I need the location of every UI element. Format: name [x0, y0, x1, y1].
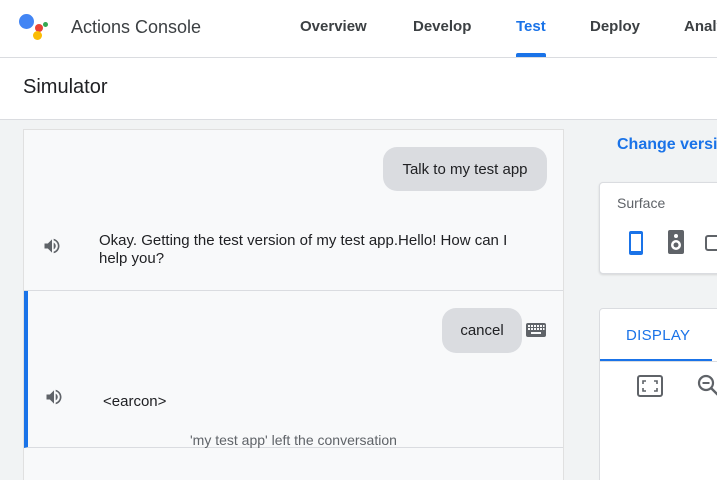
top-navigation: Actions Console Overview Develop Test De…	[0, 0, 717, 58]
tab-display[interactable]: DISPLAY	[600, 309, 712, 361]
conversation-turn-selected[interactable]: cancel <earcon> 'my test app' left the c…	[24, 291, 563, 448]
app-title: Actions Console	[71, 17, 202, 37]
surface-card: Surface	[599, 182, 717, 274]
google-assistant-logo-icon	[18, 12, 50, 40]
tab-test[interactable]: Test	[516, 18, 546, 35]
display-icon[interactable]	[705, 235, 717, 251]
display-panel: DISPLAY	[599, 308, 717, 480]
speaker-icon[interactable]	[668, 230, 684, 254]
tab-display-label: DISPLAY	[626, 327, 691, 344]
page-title: Simulator	[23, 76, 108, 98]
zoom-out-icon[interactable]	[696, 373, 717, 397]
tab-analytics[interactable]: Analytics	[684, 18, 717, 35]
user-query-bubble[interactable]: cancel	[442, 308, 522, 353]
active-tab-indicator	[516, 53, 546, 57]
conversation-panel: Talk to my test app Okay. Getting the te…	[23, 129, 564, 480]
assistant-response: Okay. Getting the test version of my tes…	[99, 232, 508, 267]
tab-develop[interactable]: Develop	[413, 18, 471, 35]
user-query-bubble[interactable]: Talk to my test app	[383, 147, 547, 191]
tab-overview[interactable]: Overview	[300, 18, 367, 35]
divider	[600, 361, 717, 362]
simulator-header: Simulator	[0, 58, 717, 120]
keyboard-icon	[526, 323, 546, 337]
tab-deploy[interactable]: Deploy	[590, 18, 640, 35]
conversation-status: 'my test app' left the conversation	[190, 432, 397, 448]
speaker-volume-icon[interactable]	[42, 236, 62, 256]
conversation-turn[interactable]: Talk to my test app Okay. Getting the te…	[24, 130, 563, 291]
fullscreen-icon[interactable]	[637, 375, 663, 397]
surface-label: Surface	[617, 195, 666, 211]
phone-icon[interactable]	[628, 230, 644, 256]
speaker-volume-icon[interactable]	[44, 387, 64, 407]
change-version-link[interactable]: Change version	[617, 136, 717, 154]
assistant-response: <earcon>	[103, 393, 167, 410]
